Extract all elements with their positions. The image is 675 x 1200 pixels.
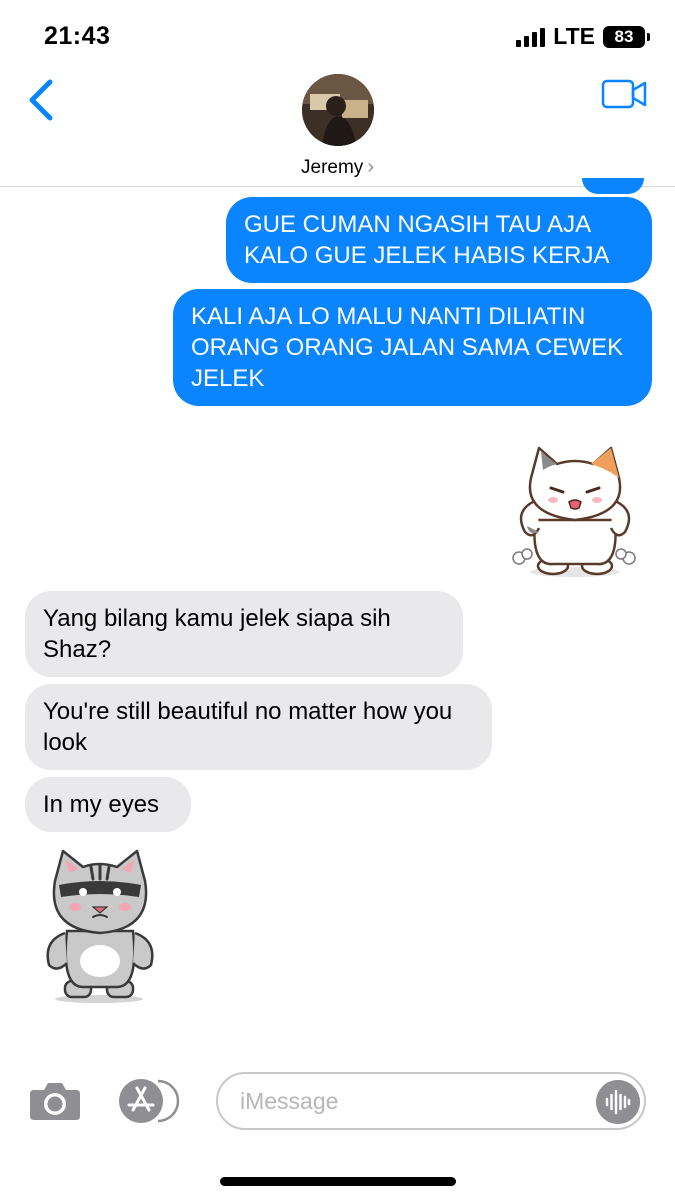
outgoing-message[interactable]: GUE CUMAN NGASIH TAU AJA KALO GUE JELEK … [226, 197, 652, 283]
incoming-message[interactable]: You're still beautiful no matter how you… [25, 684, 492, 770]
previous-outgoing-bubble[interactable] [582, 178, 644, 194]
network-type: LTE [553, 23, 595, 49]
avatar[interactable] [302, 74, 374, 146]
message-input[interactable] [216, 1072, 646, 1130]
status-indicators: LTE 83 [516, 23, 650, 50]
battery-level: 83 [614, 26, 634, 46]
video-camera-icon[interactable] [601, 78, 647, 110]
contact-name-button[interactable]: Jeremy › [0, 156, 675, 179]
incoming-message[interactable]: In my eyes [25, 777, 191, 832]
outgoing-message[interactable]: KALI AJA LO MALU NANTI DILIATIN ORANG OR… [173, 289, 652, 406]
grumpy-grey-cat-sticker[interactable] [35, 845, 165, 1005]
chevron-left-icon[interactable] [24, 78, 58, 122]
status-time: 21:43 [44, 22, 111, 50]
header-divider [0, 186, 675, 187]
signal-icon [516, 27, 546, 47]
camera-icon[interactable] [28, 1080, 82, 1122]
app-store-icon[interactable] [118, 1078, 180, 1124]
contact-name: Jeremy [301, 157, 364, 178]
home-indicator [220, 1177, 456, 1186]
audio-waveform-icon[interactable] [596, 1080, 640, 1124]
angry-calico-cat-sticker[interactable] [505, 440, 645, 580]
incoming-message[interactable]: Yang bilang kamu jelek siapa sih Shaz? [25, 591, 463, 677]
chevron-right-icon: › [367, 156, 374, 178]
battery-icon: 83 [603, 25, 650, 48]
